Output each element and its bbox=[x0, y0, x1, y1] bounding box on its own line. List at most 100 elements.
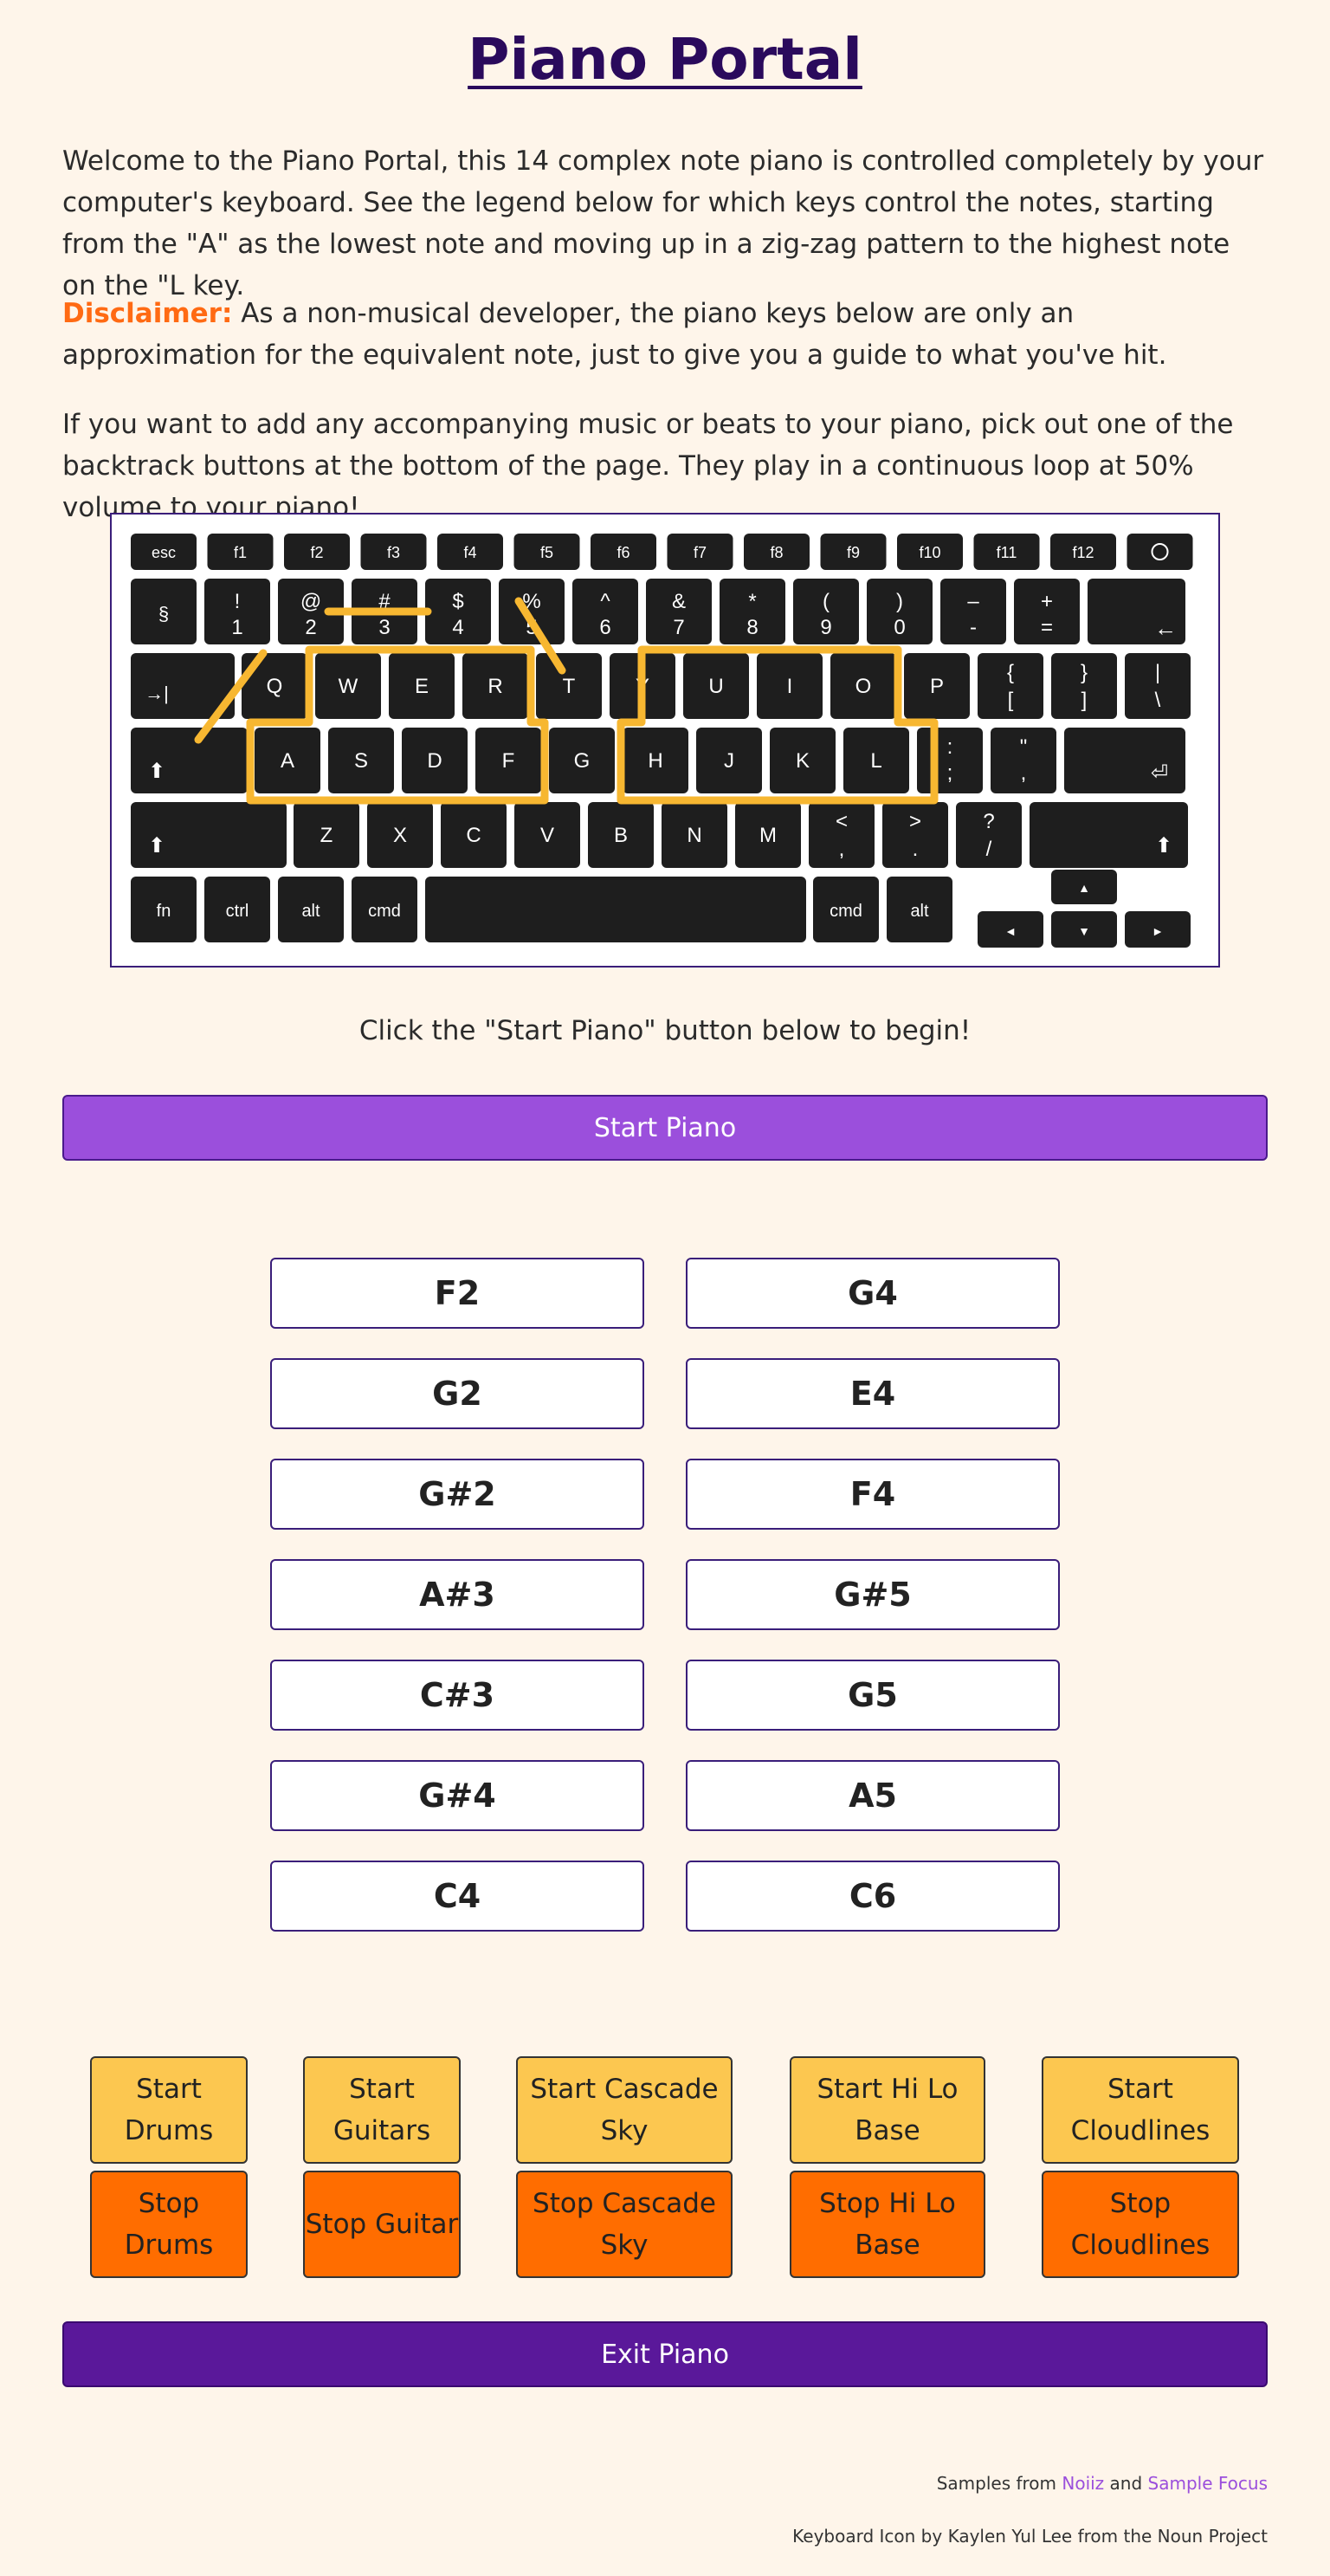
key-label: esc bbox=[152, 544, 176, 561]
note-key-asharp3[interactable]: A#3 bbox=[270, 1559, 644, 1630]
key-label: f4 bbox=[463, 544, 476, 561]
samples-prefix: Samples from bbox=[936, 2473, 1062, 2494]
key-label: < bbox=[836, 810, 848, 833]
key-label: ? bbox=[983, 810, 994, 833]
key-label: 8 bbox=[746, 616, 758, 639]
note-key-gsharp4[interactable]: G#4 bbox=[270, 1760, 644, 1831]
key-label: 6 bbox=[599, 616, 610, 639]
key-label: f1 bbox=[234, 544, 247, 561]
arrow-right-icon: ► bbox=[1152, 924, 1164, 938]
key-label: f2 bbox=[310, 544, 323, 561]
key-label: f6 bbox=[617, 544, 629, 561]
note-key-g4[interactable]: G4 bbox=[686, 1258, 1060, 1329]
note-key-f4[interactable]: F4 bbox=[686, 1459, 1060, 1530]
key-label: 7 bbox=[673, 616, 684, 639]
key-label: F bbox=[502, 749, 515, 773]
key-label: C bbox=[466, 824, 481, 847]
key-label: ^ bbox=[600, 590, 610, 613]
key-label: + bbox=[1041, 590, 1053, 613]
start-track-button-0[interactable]: Start Drums bbox=[90, 2056, 248, 2164]
key-label: fn bbox=[157, 902, 171, 921]
key-label: M bbox=[759, 824, 777, 847]
key-label: § bbox=[158, 603, 169, 625]
stop-track-button-1[interactable]: Stop Guitar bbox=[303, 2171, 461, 2278]
key-label: > bbox=[909, 810, 921, 833]
key-label: P bbox=[930, 675, 944, 698]
key-label: K bbox=[796, 749, 810, 773]
note-key-csharp3[interactable]: C#3 bbox=[270, 1660, 644, 1731]
note-key-g5[interactable]: G5 bbox=[686, 1660, 1060, 1731]
sample-focus-link[interactable]: Sample Focus bbox=[1148, 2473, 1268, 2494]
key-label: O bbox=[855, 675, 872, 698]
note-key-f2[interactable]: F2 bbox=[270, 1258, 644, 1329]
key-label: f9 bbox=[847, 544, 860, 561]
key-label: alt bbox=[301, 902, 320, 921]
backtrack-text: If you want to add any accompanying musi… bbox=[62, 409, 1234, 523]
capslock-icon: ⬆ bbox=[148, 760, 165, 783]
key-label: f10 bbox=[919, 544, 940, 561]
key-label: Z bbox=[320, 824, 333, 847]
key-label: " bbox=[1020, 735, 1028, 759]
key-label: 0 bbox=[894, 616, 905, 639]
stop-track-button-3[interactable]: Stop Hi Lo Base bbox=[790, 2171, 985, 2278]
samples-and: and bbox=[1104, 2473, 1148, 2494]
note-key-c6[interactable]: C6 bbox=[686, 1861, 1060, 1932]
key-label: } bbox=[1081, 661, 1088, 684]
key-label: : bbox=[947, 735, 953, 759]
key-label: ( bbox=[823, 590, 830, 613]
key-label: 2 bbox=[305, 616, 316, 639]
exit-piano-button[interactable]: Exit Piano bbox=[62, 2321, 1268, 2387]
key-label: cmd bbox=[830, 902, 862, 921]
note-key-gsharp2[interactable]: G#2 bbox=[270, 1459, 644, 1530]
page-title: Piano Portal bbox=[468, 26, 862, 93]
key-label: H bbox=[648, 749, 662, 773]
key-label: @ bbox=[300, 590, 321, 613]
start-track-button-3[interactable]: Start Hi Lo Base bbox=[790, 2056, 985, 2164]
key-label: ! bbox=[235, 590, 241, 613]
start-track-button-2[interactable]: Start Cascade Sky bbox=[516, 2056, 733, 2164]
tab-icon: →| bbox=[145, 683, 169, 704]
start-track-button-1[interactable]: Start Guitars bbox=[303, 2056, 461, 2164]
key-label: B bbox=[614, 824, 628, 847]
key-label: V bbox=[540, 824, 554, 847]
key-label: f7 bbox=[694, 544, 707, 561]
stop-track-button-0[interactable]: Stop Drums bbox=[90, 2171, 248, 2278]
stop-track-button-2[interactable]: Stop Cascade Sky bbox=[516, 2171, 733, 2278]
key-label: N bbox=[687, 824, 701, 847]
key-label: f11 bbox=[997, 544, 1017, 561]
key-label: U bbox=[708, 675, 723, 698]
note-key-a5[interactable]: A5 bbox=[686, 1760, 1060, 1831]
arrow-down-icon: ▼ bbox=[1078, 924, 1090, 938]
samples-credit: Samples from Noiiz and Sample Focus bbox=[62, 2473, 1268, 2494]
key-label: ctrl bbox=[226, 902, 249, 921]
key-label: D bbox=[427, 749, 442, 773]
note-key-e4[interactable]: E4 bbox=[686, 1358, 1060, 1429]
noiiz-link[interactable]: Noiiz bbox=[1062, 2473, 1104, 2494]
key-space bbox=[425, 877, 806, 942]
note-key-gsharp5[interactable]: G#5 bbox=[686, 1559, 1060, 1630]
intro-text: Welcome to the Piano Portal, this 14 com… bbox=[62, 146, 1264, 301]
key-label: ) bbox=[896, 590, 903, 613]
key-label: & bbox=[672, 590, 686, 613]
key-label: . bbox=[913, 838, 919, 861]
key-label: - bbox=[970, 616, 977, 639]
key-label: f12 bbox=[1072, 544, 1094, 561]
key-label: / bbox=[986, 838, 992, 861]
start-track-button-4[interactable]: Start Cloudlines bbox=[1042, 2056, 1239, 2164]
arrow-left-icon: ◄ bbox=[1004, 924, 1017, 938]
key-label: J bbox=[724, 749, 734, 773]
start-piano-button[interactable]: Start Piano bbox=[62, 1095, 1268, 1161]
stop-track-button-4[interactable]: Stop Cloudlines bbox=[1042, 2171, 1239, 2278]
disclaimer-paragraph: Disclaimer: As a non-musical developer, … bbox=[62, 293, 1268, 376]
key-label: ; bbox=[947, 761, 953, 785]
key-label: E bbox=[415, 675, 429, 698]
key-label: \ bbox=[1155, 689, 1161, 712]
note-key-g2[interactable]: G2 bbox=[270, 1358, 644, 1429]
key-label: T bbox=[563, 675, 576, 698]
note-key-c4[interactable]: C4 bbox=[270, 1861, 644, 1932]
key-label: f3 bbox=[387, 544, 400, 561]
key-label: f5 bbox=[540, 544, 553, 561]
key-label: , bbox=[1021, 761, 1027, 785]
key-label: S bbox=[354, 749, 368, 773]
keyboard-diagram: esc f1 f2 f3 f4 f5 f6 f7 f8 f9 f10 f11 f12§!1@2#3$4%… bbox=[131, 534, 1193, 948]
